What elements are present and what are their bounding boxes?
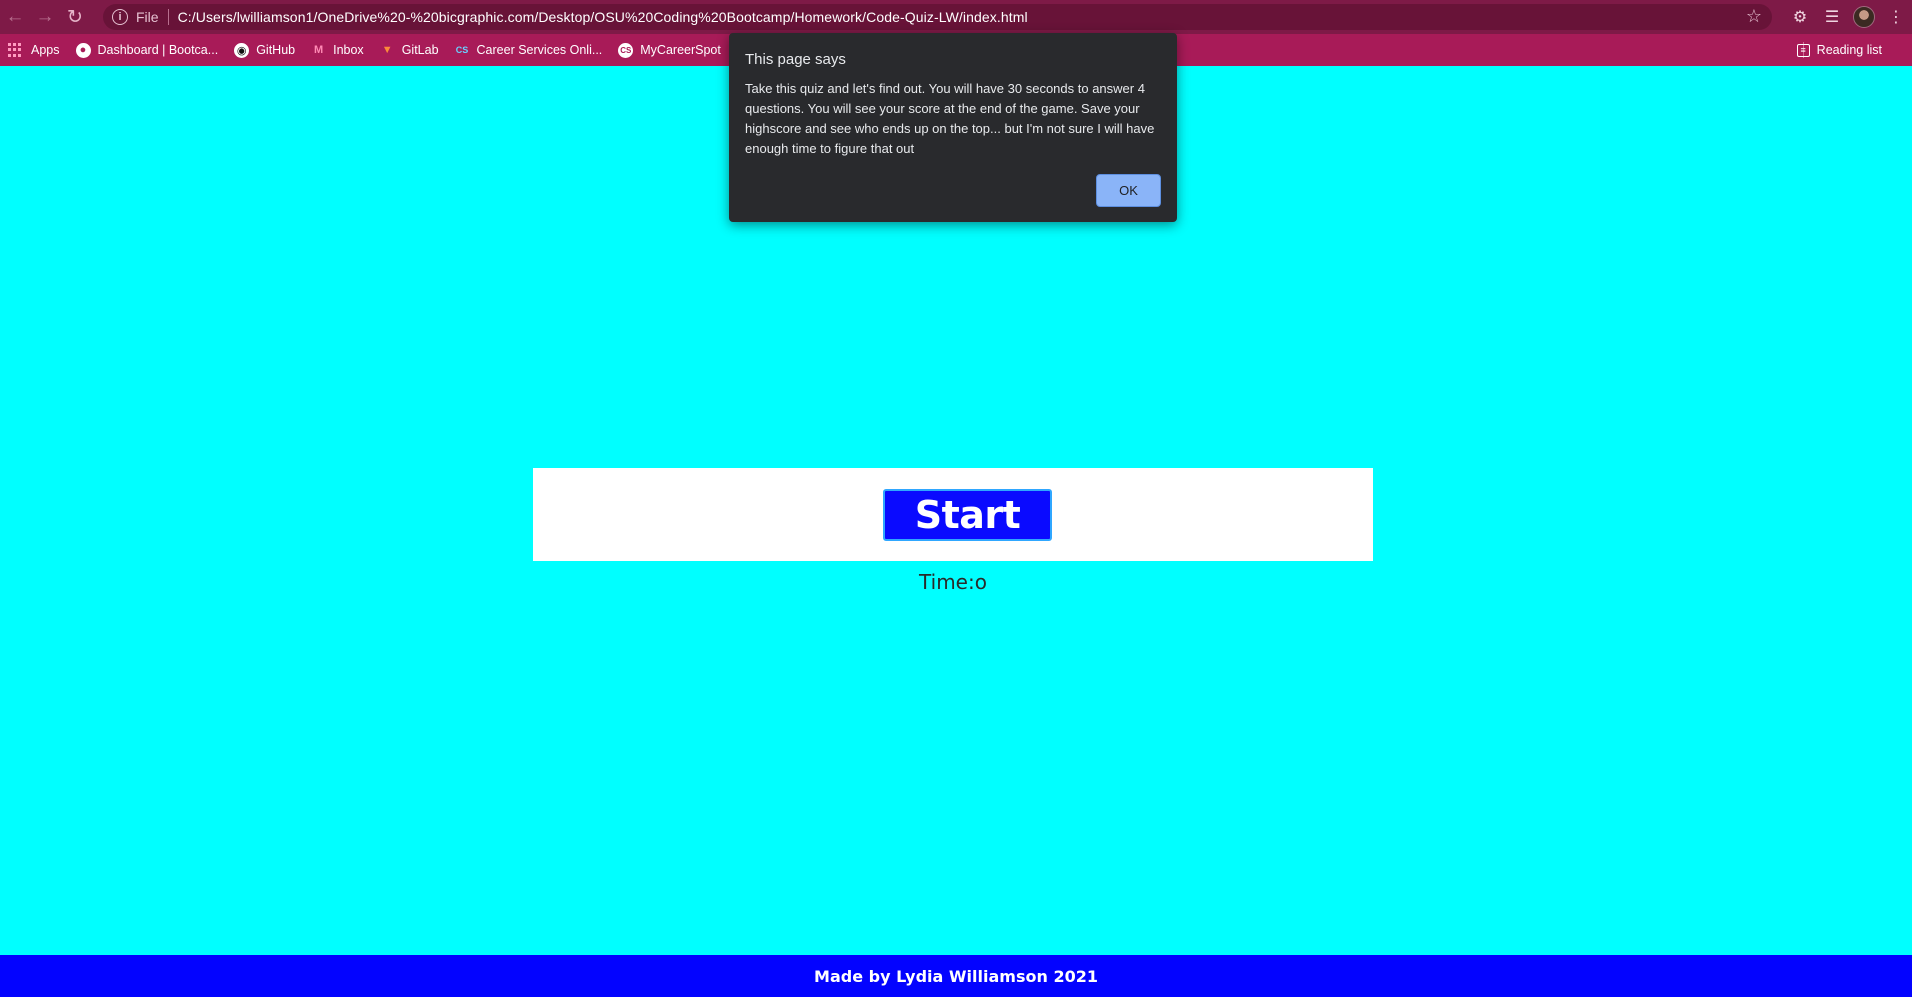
extensions-icon[interactable]: ⚙ (1784, 0, 1816, 34)
alert-dialog: This page says Take this quiz and let's … (729, 33, 1177, 222)
bookmark-github[interactable]: ◉ GitHub (234, 42, 296, 58)
github-icon: ◉ (234, 42, 250, 58)
reload-button[interactable]: ↻ (60, 0, 90, 34)
profile-button[interactable] (1848, 0, 1880, 34)
omnibox-divider (167, 9, 169, 25)
reading-list-label: Reading list (1816, 43, 1882, 57)
career-services-icon: CS (455, 45, 469, 55)
toolbar-right: ⚙ ☰ ⋮ (1784, 0, 1912, 34)
bootcamp-icon: ● (75, 42, 91, 58)
bookmark-mycareerspot[interactable]: CS MyCareerSpot (618, 42, 721, 58)
url-text[interactable]: C:/Users/lwilliamson1/OneDrive%20-%20bic… (178, 9, 1028, 25)
ok-button[interactable]: OK (1096, 174, 1161, 207)
bookmark-dashboard[interactable]: ● Dashboard | Bootca... (75, 42, 219, 58)
scheme-label: File (136, 9, 159, 25)
bookmark-label: Apps (31, 43, 60, 57)
reading-list-button[interactable]: ≡ Reading list (1796, 34, 1882, 66)
bookmark-label: GitHub (256, 43, 296, 57)
bookmark-label: MyCareerSpot (640, 43, 721, 57)
media-queue-icon[interactable]: ☰ (1816, 0, 1848, 34)
dialog-message: Take this quiz and let's find out. You w… (745, 81, 1155, 156)
bookmark-label: GitLab (401, 43, 439, 57)
gmail-icon: M (314, 44, 324, 56)
bookmark-star-icon[interactable]: ☆ (1746, 6, 1762, 27)
bookmark-career-services[interactable]: CS Career Services Onli... (455, 43, 603, 58)
bookmark-apps[interactable]: Apps (8, 43, 60, 57)
mycareerspot-icon: CS (618, 42, 634, 58)
start-button[interactable]: Start (883, 489, 1052, 541)
avatar (1853, 6, 1875, 28)
apps-grid-icon (8, 43, 22, 57)
address-bar[interactable]: i File C:/Users/lwilliamson1/OneDrive%20… (103, 4, 1772, 30)
forward-button[interactable]: → (30, 0, 60, 34)
bookmark-inbox[interactable]: M Inbox (311, 43, 364, 58)
bookmark-label: Career Services Onli... (476, 43, 603, 57)
bookmark-label: Inbox (333, 43, 364, 57)
page-footer: Made by Lydia Williamson 2021 (0, 955, 1912, 997)
bookmark-label: Dashboard | Bootca... (97, 43, 219, 57)
timer-display: Time:o (919, 570, 987, 594)
browser-toolbar: ← → ↻ i File C:/Users/lwilliamson1/OneDr… (0, 0, 1912, 34)
menu-kebab-icon[interactable]: ⋮ (1880, 0, 1912, 34)
gitlab-icon: ▼ (381, 44, 393, 56)
bookmark-gitlab[interactable]: ▼ GitLab (380, 43, 439, 58)
reading-list-icon: ≡ (1796, 43, 1810, 57)
info-icon[interactable]: i (112, 9, 128, 25)
dialog-title: This page says (745, 51, 846, 68)
back-button[interactable]: ← (0, 0, 30, 34)
